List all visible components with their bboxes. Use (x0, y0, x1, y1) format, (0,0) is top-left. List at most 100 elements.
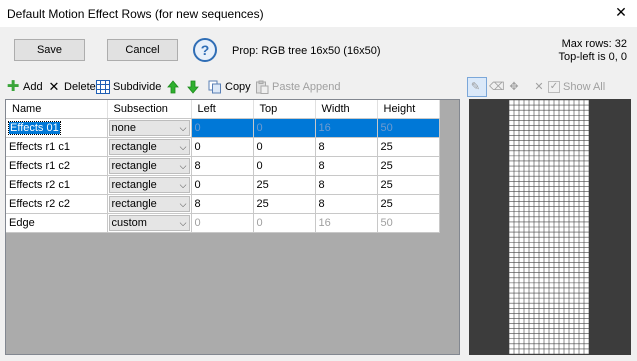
subsection-combo[interactable]: rectangle ⌵ (108, 176, 190, 193)
move-up-button[interactable] (166, 79, 183, 95)
height-cell[interactable]: 50 (377, 118, 440, 138)
column-header[interactable]: Left (191, 100, 254, 119)
row-name: Effects 01 (8, 120, 61, 135)
subsection-value: custom (111, 216, 147, 229)
show-all-label: Show All (563, 81, 606, 93)
column-header[interactable]: Height (377, 100, 440, 119)
clear-x-icon: ✕ (534, 81, 544, 93)
top-cell[interactable]: 0 (253, 118, 316, 138)
clear-button[interactable]: ✕ (532, 79, 549, 95)
grid-icon (96, 80, 110, 94)
paste-append-label: Paste Append (272, 81, 341, 93)
top-cell[interactable]: 25 (253, 194, 316, 214)
add-button[interactable]: ✚ Add (6, 79, 43, 95)
width-cell[interactable]: 16 (315, 118, 378, 138)
help-icon[interactable]: ? (193, 38, 217, 62)
left-cell[interactable]: 0 (191, 175, 254, 195)
subdivide-button[interactable]: Subdivide (96, 79, 161, 95)
subsection-value: none (111, 121, 136, 134)
show-all-checkbox[interactable]: ✓ Show All (548, 79, 605, 95)
subsection-combo[interactable]: rectangle ⌵ (108, 195, 190, 212)
left-cell[interactable]: 0 (191, 118, 254, 138)
subsection-combo[interactable]: none ⌵ (108, 119, 190, 136)
chevron-down-icon: ⌵ (179, 198, 187, 209)
table-row[interactable]: Effects r1 c2 rectangle ⌵ 8 0 8 25 (6, 156, 440, 176)
max-rows-label: Max rows: 32 (561, 38, 627, 50)
eraser-button[interactable]: ⌫ (489, 79, 506, 95)
pencil-button[interactable]: ✎ (467, 77, 487, 97)
width-cell[interactable]: 8 (315, 137, 378, 157)
left-cell[interactable]: 0 (191, 137, 254, 157)
table-row[interactable]: Effects r2 c1 rectangle ⌵ 0 25 8 25 (6, 175, 440, 195)
height-cell[interactable]: 25 (377, 137, 440, 157)
height-cell[interactable]: 25 (377, 194, 440, 214)
table-row[interactable]: Effects r1 c1 rectangle ⌵ 0 0 8 25 (6, 137, 440, 157)
subsection-value: rectangle (111, 178, 157, 191)
row-name-cell[interactable]: Effects 01 (6, 118, 108, 138)
eraser-icon: ⌫ (489, 81, 505, 93)
move-down-button[interactable] (186, 79, 203, 95)
subsection-combo[interactable]: rectangle ⌵ (108, 138, 190, 155)
top-cell[interactable]: 0 (253, 137, 316, 157)
delete-icon: ✕ (48, 79, 60, 94)
chevron-down-icon: ⌵ (179, 122, 187, 133)
column-header[interactable]: Subsection (107, 100, 192, 119)
width-cell[interactable]: 16 (315, 213, 378, 233)
cancel-button[interactable]: Cancel (107, 39, 178, 61)
column-header[interactable]: Name (6, 100, 108, 119)
table-row[interactable]: Edge custom ⌵ 0 0 16 50 (6, 213, 440, 233)
subsection-combo[interactable]: rectangle ⌵ (108, 157, 190, 174)
paste-append-button[interactable]: Paste Append (255, 79, 341, 95)
height-cell[interactable]: 25 (377, 175, 440, 195)
add-label: Add (23, 81, 43, 93)
row-name-cell[interactable]: Effects r1 c1 (6, 137, 108, 157)
add-icon: ✚ (6, 78, 20, 95)
move-button[interactable]: ✥ (507, 79, 524, 95)
width-cell[interactable]: 8 (315, 194, 378, 214)
arrow-up-icon (166, 80, 180, 94)
chevron-down-icon: ⌵ (179, 160, 187, 171)
copy-button[interactable]: Copy (208, 79, 251, 95)
subsection-cell[interactable]: rectangle ⌵ (107, 194, 192, 214)
column-header[interactable]: Width (315, 100, 378, 119)
subsection-cell[interactable]: custom ⌵ (107, 213, 192, 233)
width-cell[interactable]: 8 (315, 175, 378, 195)
top-cell[interactable]: 25 (253, 175, 316, 195)
save-button[interactable]: Save (14, 39, 85, 61)
left-cell[interactable]: 8 (191, 194, 254, 214)
close-icon[interactable]: ✕ (613, 4, 629, 20)
height-cell[interactable]: 25 (377, 156, 440, 176)
row-name-cell[interactable]: Effects r2 c1 (6, 175, 108, 195)
prop-label: Prop: RGB tree 16x50 (16x50) (232, 45, 381, 57)
table-row[interactable]: Effects r2 c2 rectangle ⌵ 8 25 8 25 (6, 194, 440, 214)
row-name-cell[interactable]: Effects r1 c2 (6, 156, 108, 176)
row-name-cell[interactable]: Edge (6, 213, 108, 233)
move-icon: ✥ (509, 81, 519, 93)
subsection-cell[interactable]: rectangle ⌵ (107, 156, 192, 176)
copy-icon (208, 80, 222, 94)
table-row[interactable]: Effects 01 none ⌵ 0 0 16 50 (6, 118, 440, 138)
subsection-cell[interactable]: rectangle ⌵ (107, 137, 192, 157)
top-cell[interactable]: 0 (253, 156, 316, 176)
width-cell[interactable]: 8 (315, 156, 378, 176)
delete-button[interactable]: ✕ Delete (47, 79, 96, 95)
row-name-cell[interactable]: Effects r2 c2 (6, 194, 108, 214)
subsection-cell[interactable]: none ⌵ (107, 118, 192, 138)
paste-icon (255, 80, 269, 94)
left-cell[interactable]: 8 (191, 156, 254, 176)
title-bar: Default Motion Effect Rows (for new sequ… (0, 0, 637, 27)
subsection-value: rectangle (111, 159, 157, 172)
prop-preview-panel[interactable] (469, 99, 631, 355)
subdivide-label: Subdivide (113, 81, 162, 93)
table-header: Name Subsection Left Top Width Height (6, 100, 440, 119)
height-cell[interactable]: 50 (377, 213, 440, 233)
left-cell[interactable]: 0 (191, 213, 254, 233)
checkbox-icon: ✓ (548, 81, 560, 93)
top-cell[interactable]: 0 (253, 213, 316, 233)
subsection-cell[interactable]: rectangle ⌵ (107, 175, 192, 195)
arrow-down-icon (186, 80, 200, 94)
prop-preview-grid[interactable] (508, 99, 590, 355)
rows-grid[interactable]: Name Subsection Left Top Width Height Ef… (5, 99, 460, 355)
subsection-combo[interactable]: custom ⌵ (108, 214, 190, 231)
column-header[interactable]: Top (253, 100, 316, 119)
